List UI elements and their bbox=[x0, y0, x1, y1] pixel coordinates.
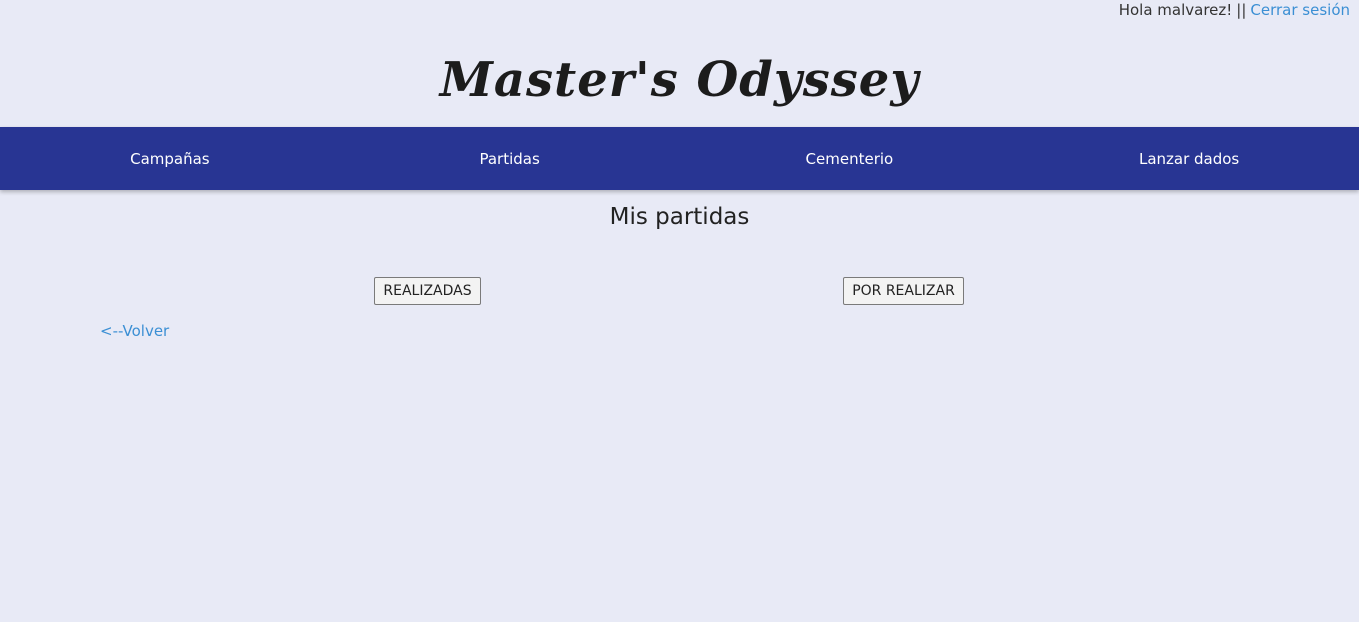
logout-link[interactable]: Cerrar sesión bbox=[1250, 1, 1350, 19]
site-title: Master's Odyssey bbox=[439, 52, 920, 108]
nav-item-campanas[interactable]: Campañas bbox=[0, 127, 340, 190]
main-navbar: Campañas Partidas Cementerio Lanzar dado… bbox=[0, 127, 1359, 190]
page-title: Mis partidas bbox=[609, 204, 750, 230]
user-session-bar: Hola malvarez! || Cerrar sesión bbox=[1119, 0, 1350, 20]
separator: || bbox=[1236, 1, 1247, 19]
greeting-text: Hola malvarez! bbox=[1118, 1, 1233, 19]
nav-item-partidas[interactable]: Partidas bbox=[340, 127, 680, 190]
nav-item-lanzar-dados[interactable]: Lanzar dados bbox=[1019, 127, 1359, 190]
back-link[interactable]: <--Volver bbox=[100, 321, 169, 341]
por-realizar-button[interactable]: POR REALIZAR bbox=[843, 277, 964, 305]
realizadas-button[interactable]: REALIZADAS bbox=[374, 277, 481, 305]
nav-item-cementerio[interactable]: Cementerio bbox=[680, 127, 1020, 190]
